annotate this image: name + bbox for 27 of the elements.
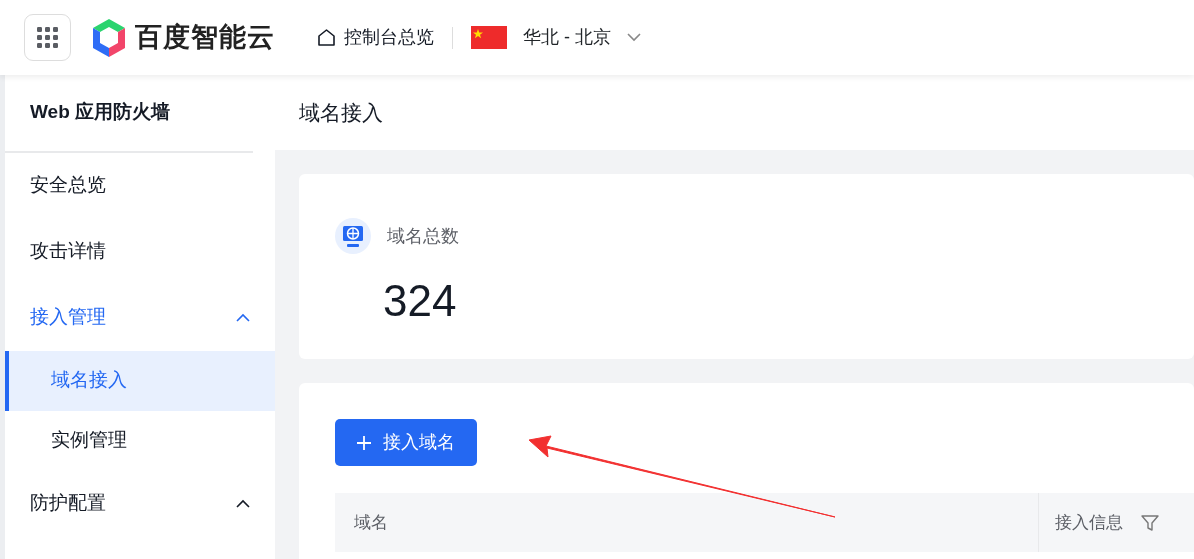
- page-title: 域名接入: [275, 75, 1194, 150]
- apps-menu-button[interactable]: [24, 14, 71, 61]
- flag-icon: [471, 26, 507, 49]
- add-domain-button[interactable]: 接入域名: [335, 419, 477, 466]
- console-overview-link[interactable]: 控制台总览: [317, 24, 434, 51]
- chevron-up-icon: [236, 313, 250, 322]
- sidebar-title: Web 应用防火墙: [5, 75, 253, 153]
- stat-label: 域名总数: [387, 224, 459, 248]
- logo-icon: [91, 17, 127, 58]
- chevron-up-icon: [236, 499, 250, 508]
- plus-icon: [357, 435, 371, 450]
- sidebar-subitem[interactable]: 域名接入: [5, 350, 275, 411]
- region-selector[interactable]: 华北 - 北京: [471, 24, 641, 51]
- stat-value: 324: [383, 275, 458, 327]
- sidebar-subitem[interactable]: 实例管理: [5, 410, 275, 471]
- home-icon: [317, 28, 336, 47]
- chevron-down-icon: [627, 33, 641, 42]
- filter-icon[interactable]: [1141, 513, 1159, 532]
- column-header: 接入信息: [1055, 511, 1123, 534]
- domain-icon: [335, 218, 371, 254]
- sidebar-item[interactable]: 防护配置: [5, 470, 275, 537]
- sidebar-item[interactable]: 接入管理: [5, 284, 275, 351]
- sidebar-item[interactable]: 安全总览: [5, 152, 275, 219]
- sidebar-item[interactable]: 攻击详情: [5, 218, 275, 285]
- brand-name: 百度智能云: [135, 21, 275, 55]
- column-header: 域名: [354, 511, 388, 534]
- grid-icon: [37, 27, 58, 48]
